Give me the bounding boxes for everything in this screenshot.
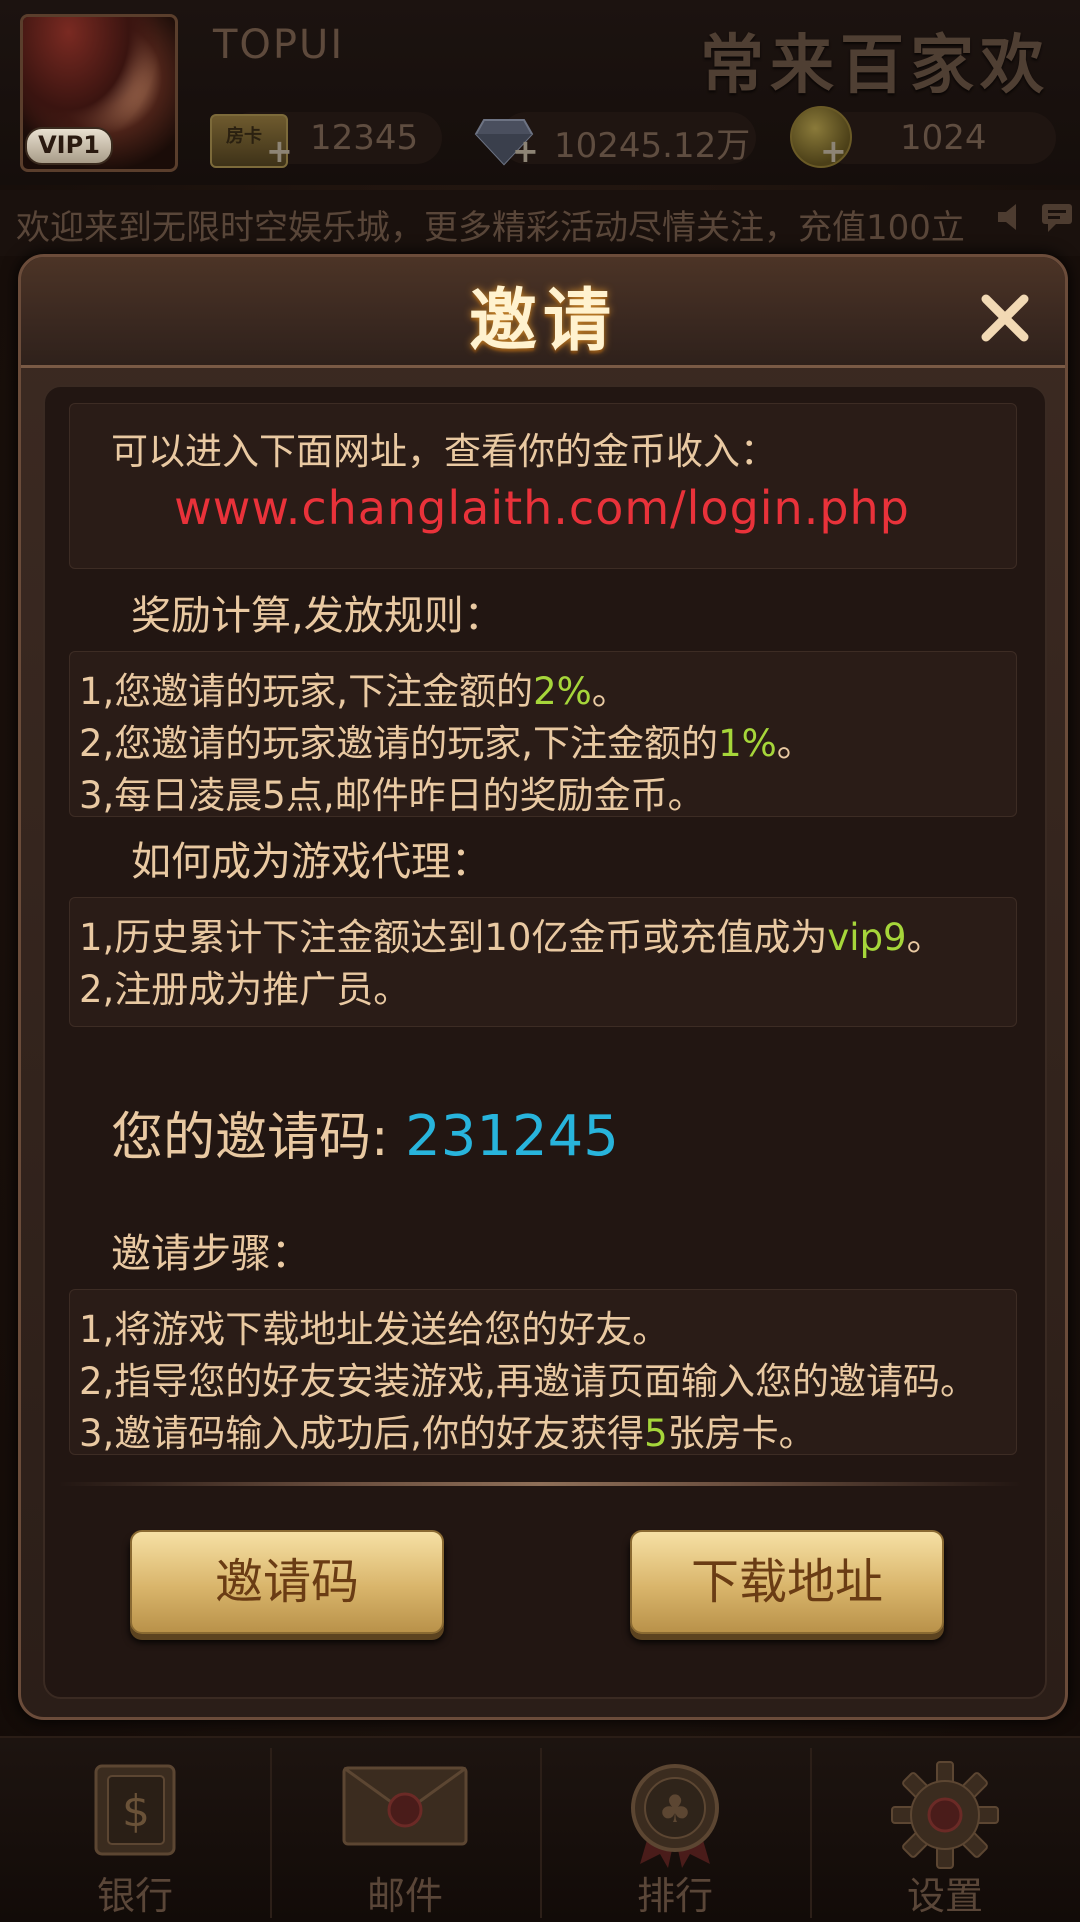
divider: [58, 1482, 1022, 1486]
nav-rank[interactable]: ♣ 排行: [540, 1738, 810, 1922]
add-coin-button[interactable]: +: [820, 135, 847, 167]
invite-code-label: 您的邀请码:: [111, 1108, 389, 1168]
download-url-button[interactable]: 下载地址: [630, 1530, 944, 1634]
dialog-title: 邀请: [468, 282, 617, 361]
income-url-link[interactable]: www.changlaith.com/login.php: [69, 481, 1015, 535]
nav-settings[interactable]: 设置: [810, 1738, 1080, 1922]
rule-highlight: 1%: [718, 722, 777, 765]
bottom-nav: $ 银行 邮件 ♣ 排行 设置: [0, 1736, 1080, 1922]
add-room-card-button[interactable]: +: [266, 135, 293, 167]
agent-highlight: vip9: [827, 916, 907, 959]
room-card-icon-label: 房卡: [226, 126, 262, 147]
rules-title: 奖励计算,发放规则：: [131, 593, 504, 639]
nav-mail-label: 邮件: [366, 1874, 443, 1918]
coin-count: 1024: [900, 118, 987, 158]
add-diamond-button[interactable]: +: [512, 135, 539, 167]
step-line-1: 1,将游戏下载地址发送给您的好友。: [79, 1308, 670, 1351]
svg-text:$: $: [122, 1786, 150, 1837]
mail-icon: [342, 1766, 468, 1846]
nav-bank[interactable]: $ 银行: [0, 1738, 270, 1922]
username: TOPUI: [213, 22, 345, 68]
rule-highlight: 2%: [533, 670, 592, 713]
avatar[interactable]: VIP1: [20, 14, 178, 172]
dialog-header: 邀请: [21, 257, 1065, 368]
ticker-text: 欢迎来到无限时空娱乐城，更多精彩活动尽情关注，充值100立: [16, 208, 965, 248]
gear-icon: [891, 1761, 999, 1869]
invite-code-button[interactable]: 邀请码: [130, 1530, 444, 1634]
game-title: 常来百家欢: [700, 29, 1050, 103]
steps-title: 邀请步骤：: [111, 1231, 311, 1277]
nav-bank-label: 银行: [96, 1874, 173, 1918]
announcement-ticker: 欢迎来到无限时空娱乐城，更多精彩活动尽情关注，充值100立: [0, 190, 1080, 256]
close-icon[interactable]: [976, 289, 1034, 347]
invite-dialog: 邀请 可以进入下面网址，查看你的金币收入： www.changlaith.com…: [18, 254, 1068, 1720]
site-prompt: 可以进入下面网址，查看你的金币收入：: [111, 430, 777, 473]
agent-title: 如何成为游戏代理：: [131, 839, 491, 885]
step-line-2: 2,指导您的好友安装游戏,再邀请页面输入您的邀请码。: [79, 1360, 978, 1403]
rule-line-3: 3,每日凌晨5点,邮件昨日的奖励金币。: [79, 774, 705, 817]
bank-icon: $: [94, 1764, 176, 1856]
diamond-count: 10245.12万: [554, 126, 751, 166]
agent-line-1: 1,历史累计下注金额达到10亿金币或充值成为vip9。: [79, 916, 944, 959]
nav-rank-label: 排行: [636, 1874, 713, 1918]
nav-settings-label: 设置: [906, 1874, 983, 1918]
room-card-count: 12345: [310, 118, 419, 158]
coin-counter: 1024: [820, 112, 1056, 164]
speaker-icon[interactable]: [994, 200, 1028, 234]
rank-icon: ♣: [631, 1764, 719, 1868]
invite-code-value: 231245: [405, 1104, 619, 1169]
svg-text:♣: ♣: [658, 1787, 692, 1831]
vip-badge: VIP1: [25, 127, 113, 165]
top-bar: VIP1 TOPUI 常来百家欢 12345 房卡 + 10245.12万 + …: [0, 0, 1080, 185]
rule-line-2: 2,您邀请的玩家邀请的玩家,下注金额的1%。: [79, 722, 814, 765]
step-highlight: 5: [644, 1412, 668, 1455]
chat-icon[interactable]: [1040, 200, 1074, 234]
step-line-3: 3,邀请码输入成功后,你的好友获得5张房卡。: [79, 1412, 816, 1455]
nav-mail[interactable]: 邮件: [270, 1738, 540, 1922]
rule-line-1: 1,您邀请的玩家,下注金额的2%。: [79, 670, 629, 713]
invite-code-row: 您的邀请码: 231245: [111, 1095, 619, 1170]
agent-line-2: 2,注册成为推广员。: [79, 968, 411, 1011]
